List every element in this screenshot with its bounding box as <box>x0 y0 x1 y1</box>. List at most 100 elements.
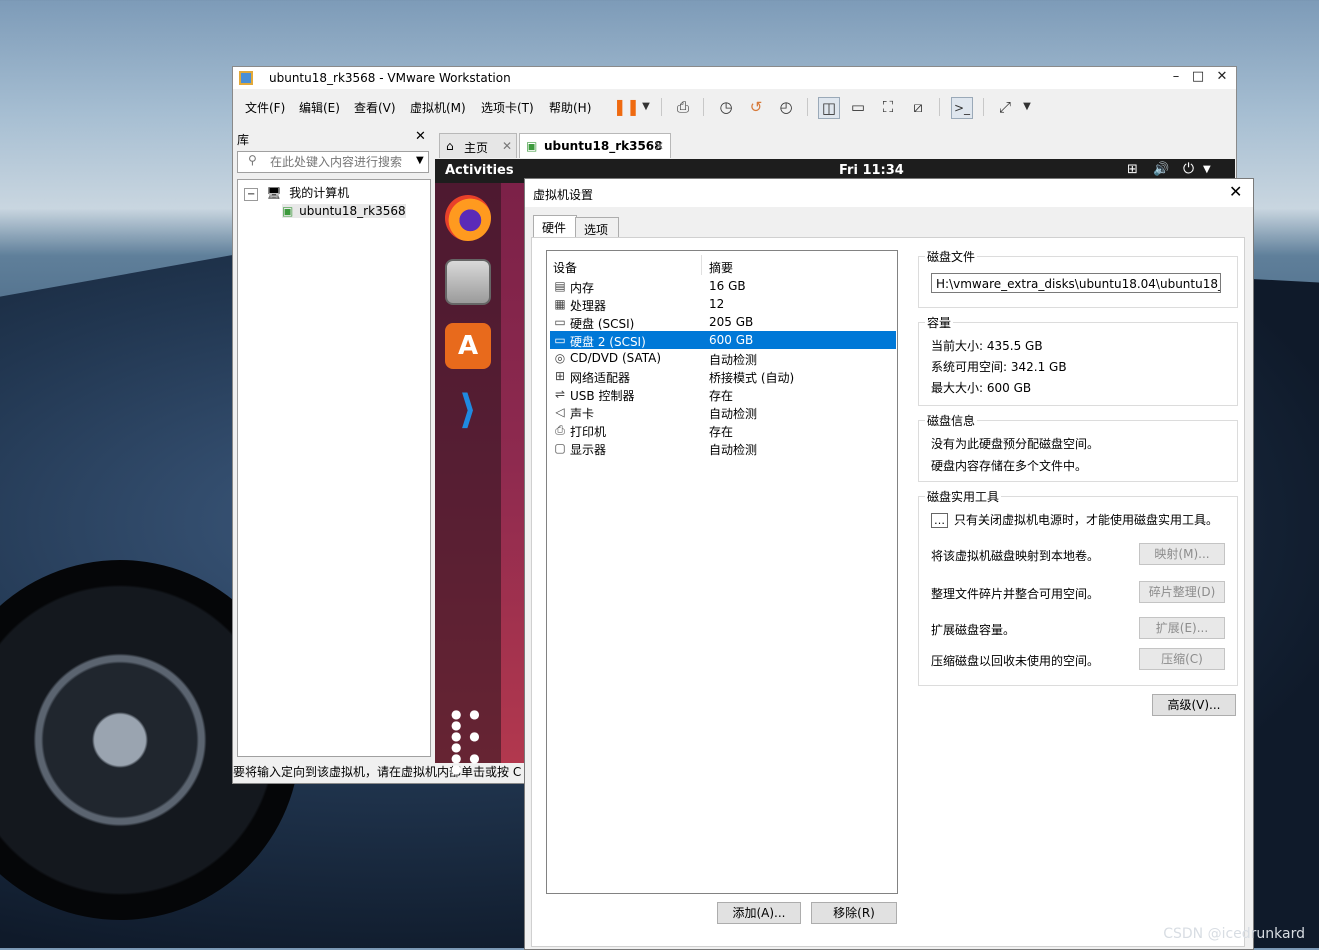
tab-vm[interactable]: ▣ ubuntu18_rk3568 ✕ <box>519 133 671 158</box>
map-button[interactable]: 映射(M)... <box>1139 543 1225 565</box>
cd-icon: ◎ <box>554 351 566 365</box>
device-summary: 12 <box>709 297 725 311</box>
dialog-title: 虚拟机设置 <box>533 188 594 202</box>
window-titlebar[interactable]: ubuntu18_rk3568 - VMware Workstation – □… <box>233 67 1236 89</box>
firefox-icon[interactable] <box>445 195 491 241</box>
utilities-note: … 只有关闭虚拟机电源时，才能使用磁盘实用工具。 <box>931 511 1218 528</box>
device-row[interactable]: ▭ 硬盘 2 (SCSI) 600 GB <box>549 330 897 350</box>
dropdown-icon[interactable]: ▼ <box>636 97 656 117</box>
tree-vm-label: ubuntu18_rk3568 <box>299 204 406 218</box>
window-title: ubuntu18_rk3568 - VMware Workstation <box>269 71 511 85</box>
disk-file-group: 磁盘文件 H:\vmware_extra_disks\ubuntu18.04\u… <box>918 248 1238 308</box>
disk-file-title: 磁盘文件 <box>925 248 978 265</box>
menu-vm[interactable]: 虚拟机(M) <box>410 99 466 116</box>
device-list[interactable]: 设备 摘要 ▤ 内存 16 GB ▦ 处理器 12 ▭ 硬盘 (SCSI) 205 GB ▭ 硬盘 … <box>546 250 898 894</box>
dialog-titlebar[interactable]: 虚拟机设置 ✕ <box>525 179 1253 207</box>
ubuntu-clock[interactable]: Fri 11:34 <box>839 163 904 178</box>
device-row[interactable]: ◎ CD/DVD (SATA) 自动检测 <box>550 349 896 367</box>
fullscreen-icon[interactable]: ⛶ <box>878 97 898 117</box>
network-icon[interactable]: ⊞ <box>1127 162 1138 177</box>
maximize-button[interactable]: □ <box>1187 69 1209 84</box>
device-row[interactable]: ▦ 处理器 12 <box>550 295 896 313</box>
volume-icon[interactable]: 🔊 <box>1153 162 1169 177</box>
dropdown-icon[interactable]: ▼ <box>1017 97 1037 117</box>
snapshot-icon[interactable]: ◷ <box>716 97 736 117</box>
device-row[interactable]: ⎙ 打印机 存在 <box>550 421 896 439</box>
menu-view[interactable]: 查看(V) <box>354 99 396 116</box>
device-name: 内存 <box>570 281 595 295</box>
menu-file[interactable]: 文件(F) <box>245 99 285 116</box>
console-icon[interactable]: >_ <box>951 97 973 119</box>
tab-home[interactable]: ⌂ 主页 ✕ <box>439 133 517 158</box>
library-search-input[interactable] <box>268 154 412 170</box>
device-row[interactable]: ▤ 内存 16 GB <box>550 277 896 295</box>
files-icon[interactable] <box>445 259 491 305</box>
library-tree: − 🖥 我的计算机 ▣ ubuntu18_rk3568 <box>237 179 431 757</box>
map-label: 将该虚拟机磁盘映射到本地卷。 <box>931 549 1100 563</box>
column-divider <box>701 255 702 275</box>
library-view-icon[interactable]: ◫ <box>818 97 840 119</box>
dialog-close-icon[interactable]: ✕ <box>1229 182 1242 201</box>
device-name: 显示器 <box>570 443 607 457</box>
device-summary: 桥接模式 (自动) <box>709 371 795 385</box>
device-summary: 205 GB <box>709 315 754 329</box>
compact-label: 压缩磁盘以回收未使用的空间。 <box>931 654 1100 668</box>
summary-column-header[interactable]: 摘要 <box>709 259 733 276</box>
library-close-icon[interactable]: ✕ <box>415 129 426 144</box>
device-row[interactable]: ⇌ USB 控制器 存在 <box>550 385 896 403</box>
toolbar-separator <box>983 98 984 116</box>
minimize-button[interactable]: – <box>1165 69 1187 84</box>
add-device-button[interactable]: 添加(A)... <box>717 902 801 924</box>
show-applications-icon[interactable]: ● ● ● ● ● ● ● ● ● <box>451 708 485 775</box>
device-row[interactable]: ⊞ 网络适配器 桥接模式 (自动) <box>550 367 896 385</box>
device-name: 声卡 <box>570 407 595 421</box>
revert-snapshot-icon[interactable]: ↺ <box>746 97 766 117</box>
thumbnail-bar-icon[interactable]: ▭ <box>848 97 868 117</box>
defrag-button[interactable]: 碎片整理(D) <box>1139 581 1225 603</box>
device-summary: 自动检测 <box>709 353 758 367</box>
printer-icon: ⎙ <box>555 423 565 437</box>
watermark: CSDN @icedrunkard <box>1163 926 1305 942</box>
send-keys-icon[interactable]: ⎙ <box>673 97 693 117</box>
pause-icon[interactable]: ❚❚ <box>613 97 640 117</box>
toolbar-separator <box>661 98 662 116</box>
advanced-button[interactable]: 高级(V)... <box>1152 694 1236 716</box>
snapshot-manager-icon[interactable]: ◴ <box>776 97 796 117</box>
tree-root-row[interactable]: − 🖥 我的计算机 <box>244 184 349 201</box>
device-row[interactable]: ◁ 声卡 自动检测 <box>550 403 896 421</box>
tab-close-icon[interactable]: ✕ <box>654 139 664 153</box>
tab-options[interactable]: 选项 <box>575 217 619 238</box>
close-button[interactable]: ✕ <box>1211 69 1233 84</box>
collapse-icon[interactable]: − <box>244 188 259 201</box>
menu-tabs[interactable]: 选项卡(T) <box>481 99 534 116</box>
software-center-icon[interactable]: A <box>445 323 491 369</box>
device-name: 打印机 <box>570 425 607 439</box>
search-dropdown-icon[interactable]: ▼ <box>416 155 424 166</box>
disk-file-path[interactable]: H:\vmware_extra_disks\ubuntu18.04\ubuntu… <box>931 273 1221 293</box>
remove-device-button[interactable]: 移除(R) <box>811 902 897 924</box>
system-menu-dropdown-icon[interactable]: ▼ <box>1203 164 1211 175</box>
tree-vm-row[interactable]: ▣ ubuntu18_rk3568 <box>282 204 406 218</box>
tab-hardware[interactable]: 硬件 <box>533 215 577 238</box>
memory-icon: ▤ <box>554 279 566 293</box>
vscode-icon[interactable]: ⟩ <box>445 387 491 433</box>
device-name: 硬盘 2 (SCSI) <box>570 335 646 349</box>
device-row[interactable]: ▭ 硬盘 (SCSI) 205 GB <box>550 313 896 331</box>
device-column-header[interactable]: 设备 <box>553 259 577 276</box>
stretch-icon[interactable]: ⤢ <box>995 97 1015 117</box>
menu-help[interactable]: 帮助(H) <box>549 99 591 116</box>
unity-icon[interactable]: ⧄ <box>908 97 928 117</box>
menu-edit[interactable]: 编辑(E) <box>299 99 340 116</box>
device-row[interactable]: ▢ 显示器 自动检测 <box>550 439 896 457</box>
expand-button[interactable]: 扩展(E)... <box>1139 617 1225 639</box>
device-summary: 16 GB <box>709 279 746 293</box>
compact-button[interactable]: 压缩(C) <box>1139 648 1225 670</box>
power-icon[interactable]: ⏻ <box>1183 161 1194 177</box>
disk-info-line1: 没有为此硬盘预分配磁盘空间。 <box>931 437 1100 451</box>
activities-button[interactable]: Activities <box>445 163 514 178</box>
device-name: 网络适配器 <box>570 371 631 385</box>
sound-icon: ◁ <box>555 405 565 419</box>
library-search-box[interactable]: ⚲ ▼ <box>237 151 429 173</box>
tab-close-icon[interactable]: ✕ <box>502 139 512 153</box>
display-icon: ▢ <box>554 441 566 455</box>
